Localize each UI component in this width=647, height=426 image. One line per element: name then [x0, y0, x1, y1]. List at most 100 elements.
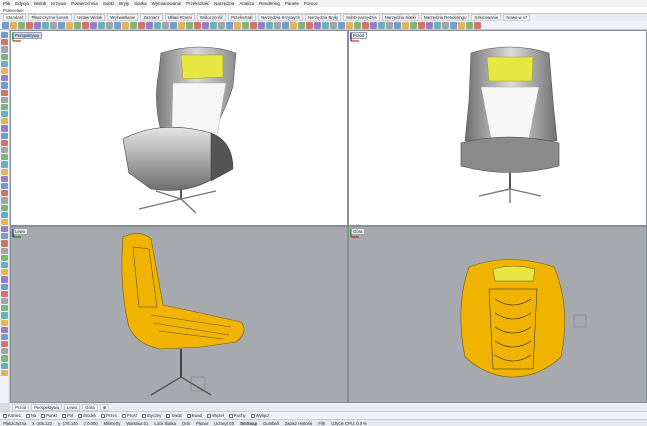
sidebar-tool-icon[interactable] — [1, 204, 8, 211]
sidebar-tool-icon[interactable] — [1, 333, 8, 341]
viewport-tab[interactable]: Góra — [82, 403, 98, 411]
toolbar-tool-icon[interactable] — [202, 21, 209, 29]
toolbar-tool-icon[interactable] — [82, 21, 89, 29]
toolbar-tool-icon[interactable] — [122, 21, 129, 29]
osnap-option[interactable]: Poł — [61, 413, 73, 418]
toolbar-tool-icon[interactable] — [186, 21, 193, 29]
checkbox[interactable] — [250, 413, 255, 418]
osnap-option[interactable]: Prost — [121, 413, 137, 418]
tab[interactable]: Układ Rzutni — [164, 14, 195, 21]
toolbar-tool-icon[interactable] — [58, 21, 65, 29]
status-toggle[interactable]: Lock Siatka — [154, 421, 176, 426]
toolbar-tool-icon[interactable] — [426, 21, 433, 29]
osnap-option[interactable]: Ruchy — [228, 413, 246, 418]
toolbar-tool-icon[interactable] — [330, 21, 337, 29]
tab[interactable]: Narzędzia Renderingu — [420, 14, 470, 21]
menu-item[interactable]: Analiza — [239, 1, 254, 6]
sidebar-tool-icon[interactable] — [1, 168, 8, 175]
sidebar-tool-icon[interactable] — [1, 125, 8, 132]
checkbox[interactable] — [121, 413, 126, 418]
sidebar-tool-icon[interactable] — [1, 197, 8, 204]
status-toggle[interactable]: Filtr — [318, 421, 325, 426]
sidebar-tool-icon[interactable] — [1, 190, 8, 197]
menu-item[interactable]: SubD — [103, 1, 114, 6]
checkbox[interactable] — [141, 413, 146, 418]
menu-item[interactable]: Powierzchnia — [71, 1, 98, 6]
sidebar-tool-icon[interactable] — [1, 218, 8, 226]
osnap-option[interactable]: Węzeł — [207, 413, 224, 418]
sidebar-tool-icon[interactable] — [1, 341, 8, 348]
checkbox[interactable] — [207, 413, 212, 418]
menu-item[interactable]: Bryły — [119, 1, 129, 6]
sidebar-tool-icon[interactable] — [1, 82, 8, 89]
toolbar-tool-icon[interactable] — [178, 21, 185, 29]
checkbox[interactable] — [166, 413, 171, 418]
sidebar-tool-icon[interactable] — [1, 226, 8, 233]
menu-item[interactable]: Rendering — [259, 1, 280, 6]
sidebar-tool-icon[interactable] — [1, 355, 8, 362]
sidebar-tool-icon[interactable] — [1, 67, 8, 75]
toolbar-tool-icon[interactable] — [306, 21, 313, 29]
sidebar-tool-icon[interactable] — [1, 305, 8, 312]
tab[interactable]: Narzędzia Siatki — [381, 14, 419, 21]
sidebar-tool-icon[interactable] — [1, 154, 8, 161]
osnap-option[interactable]: Środek — [77, 413, 96, 418]
sidebar-tool-icon[interactable] — [1, 139, 8, 146]
toolbar-tool-icon[interactable] — [10, 21, 17, 29]
toolbar-tool-icon[interactable] — [386, 21, 393, 29]
toolbar-tool-icon[interactable] — [162, 21, 169, 29]
sidebar-tool-icon[interactable] — [1, 269, 8, 276]
toolbar-tool-icon[interactable] — [394, 21, 401, 29]
toolbar-tool-icon[interactable] — [450, 21, 457, 29]
toolbar-tool-icon[interactable] — [106, 21, 113, 29]
osnap-option[interactable]: Świąt — [166, 413, 182, 418]
toolbar-tool-icon[interactable] — [34, 21, 41, 29]
toolbar-tool-icon[interactable] — [258, 21, 265, 29]
toolbar-tool-icon[interactable] — [322, 21, 329, 29]
toolbar-tool-icon[interactable] — [90, 21, 97, 29]
status-toggle[interactable]: Planar — [196, 421, 208, 426]
sidebar-tool-icon[interactable] — [1, 362, 8, 369]
toolbar-tool-icon[interactable] — [50, 21, 57, 29]
status-toggle[interactable]: Orto — [182, 421, 190, 426]
osnap-option[interactable]: Na — [25, 413, 36, 418]
viewport-top[interactable]: Góra — [348, 226, 647, 403]
toolbar-tool-icon[interactable] — [346, 21, 353, 29]
tab-standard[interactable]: Standard — [3, 14, 27, 21]
toolbar-tool-icon[interactable] — [26, 21, 33, 29]
sidebar-tool-icon[interactable] — [1, 60, 8, 67]
toolbar-tool-icon[interactable] — [114, 21, 121, 29]
viewport-perspective[interactable]: Perspektywa — [10, 30, 348, 226]
sidebar-tool-icon[interactable] — [1, 240, 8, 247]
toolbar-tool-icon[interactable] — [218, 21, 225, 29]
sidebar-tool-icon[interactable] — [1, 111, 8, 118]
tab[interactable]: Szkicowanie — [471, 14, 502, 21]
checkbox[interactable] — [101, 413, 106, 418]
sidebar-tool-icon[interactable] — [1, 254, 8, 261]
tab[interactable]: Płaszczyzna konstr. — [28, 14, 73, 21]
tab[interactable]: Nowe w v7 — [503, 14, 531, 21]
toolbar-tool-icon[interactable] — [418, 21, 425, 29]
menu-item[interactable]: Plik — [3, 1, 10, 6]
checkbox[interactable] — [3, 413, 7, 418]
toolbar-tool-icon[interactable] — [234, 21, 241, 29]
osnap-option[interactable]: Przec — [101, 413, 117, 418]
tab[interactable]: Ustaw Widok — [74, 14, 106, 21]
toolbar-tool-icon[interactable] — [474, 21, 481, 29]
checkbox[interactable] — [228, 413, 233, 418]
checkbox[interactable] — [25, 413, 30, 418]
toolbar-tool-icon[interactable] — [362, 21, 369, 29]
toolbar-tool-icon[interactable] — [250, 21, 257, 29]
sidebar-tool-icon[interactable] — [1, 233, 8, 240]
sidebar-tool-icon[interactable] — [1, 118, 8, 125]
toolbar-tool-icon[interactable] — [194, 21, 201, 29]
toolbar-tool-icon[interactable] — [274, 21, 281, 29]
sidebar-tool-icon[interactable] — [1, 103, 8, 111]
toolbar-tool-icon[interactable] — [154, 21, 161, 29]
sidebar-tool-icon[interactable] — [1, 348, 8, 355]
toolbar-tool-icon[interactable] — [74, 21, 81, 29]
toolbar-tool-icon[interactable] — [370, 21, 377, 29]
toolbar-tool-icon[interactable] — [170, 21, 177, 29]
viewport-tab[interactable]: Perspektywa — [31, 403, 62, 411]
add-viewport-tab-button[interactable]: ⊕ — [99, 403, 110, 411]
